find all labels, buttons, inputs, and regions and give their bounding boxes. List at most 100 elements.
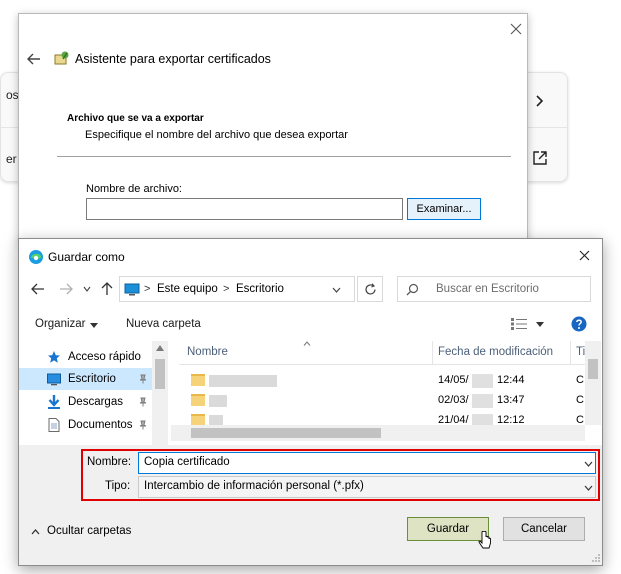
open-external-icon[interactable] bbox=[532, 150, 548, 166]
row-date: 02/03/ bbox=[438, 394, 469, 406]
sort-ascending-icon bbox=[303, 341, 311, 346]
export-wizard-window: Asistente para exportar certificados Arc… bbox=[18, 13, 528, 245]
organize-button[interactable]: Organizar bbox=[35, 318, 86, 330]
table-row[interactable]: 02/03/ 13:47 C bbox=[179, 389, 584, 411]
forward-arrow-icon[interactable] bbox=[59, 283, 73, 295]
refresh-icon bbox=[365, 283, 376, 295]
refresh-button[interactable] bbox=[357, 276, 383, 302]
filename-label: Nombre de archivo: bbox=[86, 183, 182, 195]
nav-item-label: Documentos bbox=[68, 419, 133, 431]
file-type-select[interactable]: Intercambio de información personal (*.p… bbox=[138, 476, 596, 498]
type-label: Tipo: bbox=[105, 480, 131, 492]
up-arrow-icon[interactable] bbox=[101, 282, 113, 296]
breadcrumb-separator: > bbox=[223, 283, 230, 295]
row-time: 12:44 bbox=[497, 374, 525, 386]
wizard-heading: Archivo que se va a exportar bbox=[67, 113, 204, 124]
wizard-divider bbox=[57, 156, 511, 157]
view-options-icon[interactable] bbox=[511, 318, 527, 330]
save-button[interactable]: Guardar bbox=[407, 517, 489, 541]
scrollbar-thumb[interactable] bbox=[588, 359, 598, 379]
scrollbar-thumb[interactable] bbox=[191, 428, 381, 438]
name-label: Nombre: bbox=[87, 456, 132, 468]
nav-item-desktop[interactable]: Escritorio bbox=[19, 368, 155, 390]
breadcrumb-separator: > bbox=[144, 283, 151, 295]
search-placeholder: Buscar en Escritorio bbox=[436, 283, 539, 295]
chevron-down-icon[interactable] bbox=[584, 485, 593, 491]
nav-item-label: Descargas bbox=[68, 396, 123, 408]
new-folder-button[interactable]: Nueva carpeta bbox=[126, 318, 201, 330]
wizard-description: Especifique el nombre del archivo que de… bbox=[85, 129, 348, 141]
dialog-footer: Ocultar carpetas Guardar Cancelar bbox=[19, 513, 602, 565]
filename-input[interactable] bbox=[86, 198, 403, 220]
star-icon bbox=[48, 351, 60, 363]
column-header-date[interactable]: Fecha de modificación bbox=[438, 346, 553, 358]
file-list-header: Nombre Fecha de modificación Ti bbox=[179, 341, 599, 365]
row-type: C bbox=[576, 394, 584, 406]
nav-item-quick-access[interactable]: Acceso rápido bbox=[19, 346, 155, 368]
folder-icon bbox=[191, 374, 205, 386]
redacted-date bbox=[472, 394, 493, 408]
chevron-up-icon[interactable] bbox=[31, 529, 40, 535]
close-icon[interactable] bbox=[579, 250, 590, 261]
row-date: 14/05/ bbox=[438, 374, 469, 386]
nav-item-label: Escritorio bbox=[68, 373, 116, 385]
caret-down-icon[interactable] bbox=[90, 323, 98, 328]
nav-item-label: Acceso rápido bbox=[68, 351, 141, 363]
chevron-down-icon[interactable] bbox=[332, 287, 341, 293]
column-divider[interactable] bbox=[432, 341, 433, 365]
desktop-icon bbox=[47, 373, 61, 386]
row-type: C bbox=[576, 374, 584, 386]
wizard-title: Asistente para exportar certificados bbox=[75, 52, 271, 66]
pin-icon bbox=[139, 374, 147, 384]
file-list-vertical-scrollbar[interactable] bbox=[585, 341, 601, 425]
column-divider[interactable] bbox=[570, 341, 571, 365]
recent-locations-chevron-icon[interactable] bbox=[83, 286, 91, 292]
redacted-filename bbox=[209, 395, 227, 407]
file-list-horizontal-scrollbar[interactable] bbox=[171, 425, 585, 441]
row-time: 13:47 bbox=[497, 394, 525, 406]
mouse-cursor-icon bbox=[478, 531, 491, 549]
search-icon bbox=[406, 283, 419, 296]
resize-grip-icon[interactable] bbox=[591, 553, 601, 563]
filename-value: Copia certificado bbox=[144, 456, 230, 468]
column-header-name[interactable]: Nombre bbox=[187, 346, 228, 358]
address-bar[interactable]: > Este equipo > Escritorio bbox=[119, 276, 355, 302]
help-icon[interactable] bbox=[571, 316, 587, 332]
close-icon[interactable] bbox=[509, 22, 523, 36]
pin-icon bbox=[139, 420, 147, 430]
redacted-date bbox=[472, 374, 493, 388]
filename-field[interactable]: Copia certificado bbox=[138, 452, 596, 474]
folder-icon bbox=[191, 394, 205, 406]
scroll-up-icon[interactable] bbox=[156, 345, 164, 351]
chevron-down-icon[interactable] bbox=[584, 461, 593, 467]
nav-item-documents[interactable]: Documentos bbox=[19, 414, 155, 436]
download-icon bbox=[48, 395, 60, 409]
chevron-right-icon[interactable] bbox=[532, 94, 546, 108]
caret-down-icon[interactable] bbox=[536, 322, 544, 327]
breadcrumb-desktop[interactable]: Escritorio bbox=[236, 283, 284, 295]
column-header-type[interactable]: Ti bbox=[576, 346, 585, 358]
navigation-pane: Acceso rápido Escritorio Descargas Docum… bbox=[19, 341, 169, 445]
nav-item-downloads[interactable]: Descargas bbox=[19, 391, 155, 413]
hide-folders-button[interactable]: Ocultar carpetas bbox=[47, 525, 131, 537]
scrollbar-thumb[interactable] bbox=[155, 359, 165, 389]
document-icon bbox=[48, 418, 60, 432]
breadcrumb-this-pc[interactable]: Este equipo bbox=[157, 283, 218, 295]
nav-pane-scrollbar[interactable] bbox=[152, 341, 168, 445]
computer-icon bbox=[124, 283, 140, 296]
table-row[interactable]: 14/05/ 12:44 C bbox=[179, 369, 584, 391]
file-type-value: Intercambio de información personal (*.p… bbox=[144, 480, 364, 492]
pin-icon bbox=[139, 397, 147, 407]
edge-browser-icon bbox=[29, 250, 43, 264]
back-arrow-icon[interactable] bbox=[31, 283, 45, 295]
settings-partial-text: os bbox=[6, 88, 19, 102]
redacted-filename bbox=[209, 375, 277, 387]
browse-button[interactable]: Examinar... bbox=[407, 198, 481, 220]
back-arrow-icon[interactable] bbox=[27, 53, 41, 65]
save-as-dialog: Guardar como > Este equipo > Escritorio … bbox=[18, 238, 603, 566]
cancel-button[interactable]: Cancelar bbox=[503, 517, 585, 541]
dialog-title: Guardar como bbox=[48, 250, 125, 264]
search-box[interactable]: Buscar en Escritorio bbox=[397, 276, 591, 302]
certificate-icon bbox=[54, 51, 69, 65]
settings-partial-text-2: er bbox=[6, 152, 17, 166]
